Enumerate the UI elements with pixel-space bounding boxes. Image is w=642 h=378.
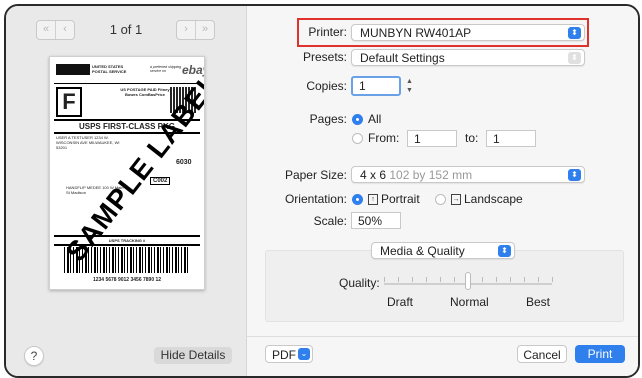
page-nav-forward-group: › » — [176, 20, 215, 40]
slider-tick — [496, 277, 497, 282]
pages-all-label: All — [368, 112, 382, 126]
last-page-icon[interactable]: » — [195, 21, 214, 39]
copies-stepper[interactable]: ▲ ▼ — [404, 77, 415, 95]
pages-label: Pages: — [309, 112, 347, 126]
print-dialog: « ‹ 1 of 1 › » UNITED STATES POSTAL SERV… — [4, 4, 640, 378]
printer-label: Printer: — [308, 25, 347, 39]
service-code-box: F — [56, 87, 82, 117]
slider-tick — [510, 277, 511, 282]
slider-tick — [482, 277, 483, 282]
section-value: Media & Quality — [380, 244, 465, 258]
printer-value: MUNBYN RW401AP — [360, 26, 472, 40]
presets-select[interactable]: Default Settings ⬍ — [351, 49, 585, 66]
quality-normal-label: Normal — [450, 295, 489, 309]
quality-slider-thumb[interactable] — [465, 272, 471, 290]
slider-tick — [412, 277, 413, 282]
prev-page-icon[interactable]: ‹ — [55, 21, 74, 39]
portrait-icon: ↑ — [368, 194, 378, 205]
help-button[interactable]: ? — [24, 346, 44, 366]
slider-tick — [524, 277, 525, 282]
cancel-button[interactable]: Cancel — [517, 345, 567, 363]
media-quality-box — [265, 250, 624, 322]
pdf-menu-button[interactable]: PDF ⌄ — [265, 345, 313, 363]
updown-icon: ⬍ — [568, 52, 581, 64]
scale-field[interactable]: 50% — [351, 212, 401, 229]
page-indicator: 1 of 1 — [109, 22, 143, 37]
orientation-portrait-label: Portrait — [381, 192, 420, 206]
orientation-landscape-label: Landscape — [464, 192, 523, 206]
copies-field[interactable]: 1 — [351, 76, 401, 96]
presets-label: Presets: — [302, 50, 347, 64]
updown-icon: ⬍ — [568, 27, 581, 39]
pages-to-field[interactable]: 1 — [486, 130, 536, 147]
postage-paid-text: US POSTAGE PAID Fitney Bowes ComBasPrice — [120, 87, 170, 97]
orientation-portrait-radio[interactable] — [352, 194, 363, 205]
preferred-text: a preferred shipping service on — [150, 65, 182, 73]
copies-label: Copies: — [306, 79, 347, 93]
paper-size-value: 4 x 6 — [360, 168, 387, 182]
updown-icon: ⬍ — [498, 245, 511, 257]
route-code: 6030 — [176, 159, 192, 166]
printer-select[interactable]: MUNBYN RW401AP ⬍ — [351, 24, 585, 41]
label-header: UNITED STATES POSTAL SERVICE a preferred… — [54, 61, 204, 84]
page-nav-back-group: « ‹ — [36, 20, 75, 40]
presets-value: Default Settings — [360, 51, 445, 65]
paper-size-label: Paper Size: — [284, 168, 347, 182]
settings-panel: Printer: MUNBYN RW401AP ⬍ Presets: Defau… — [247, 6, 638, 376]
recipient-address: USER A TESTUSER 1234 W. WISCONSIN AVE MI… — [56, 135, 120, 150]
usps-header-text: UNITED STATES POSTAL SERVICE — [92, 64, 127, 74]
scale-label: Scale: — [313, 214, 347, 228]
first-page-icon[interactable]: « — [37, 21, 55, 39]
pages-from-label: From: — [368, 131, 400, 145]
preview-panel: « ‹ 1 of 1 › » UNITED STATES POSTAL SERV… — [6, 6, 247, 376]
pdf-label: PDF — [272, 348, 296, 362]
pages-to-label: to: — [465, 131, 479, 145]
orientation-landscape-radio[interactable] — [435, 194, 446, 205]
slider-tick — [426, 277, 427, 282]
quality-best-label: Best — [526, 295, 551, 309]
paper-size-select[interactable]: 4 x 6 102 by 152 mm ⬍ — [351, 166, 585, 183]
quality-draft-label: Draft — [387, 295, 414, 309]
slider-tick — [440, 277, 441, 282]
section-select[interactable]: Media & Quality ⬍ — [371, 242, 515, 259]
slider-tick — [538, 277, 539, 282]
slider-tick — [384, 277, 385, 282]
usps-logo — [56, 64, 90, 75]
slider-tick — [552, 277, 553, 282]
paper-size-dims: 102 by 152 mm — [389, 168, 473, 182]
pages-range-radio[interactable] — [352, 133, 363, 144]
orientation-label: Orientation: — [284, 192, 347, 206]
quality-label: Quality: — [339, 276, 380, 290]
footer-divider — [247, 336, 638, 337]
next-page-icon[interactable]: › — [177, 21, 195, 39]
tracking-number: 1234 5678 9012 3456 7890 12 — [92, 277, 162, 283]
updown-icon: ⬍ — [568, 169, 581, 181]
pages-from-field[interactable]: 1 — [407, 130, 457, 147]
slider-tick — [398, 277, 399, 282]
label-preview: UNITED STATES POSTAL SERVICE a preferred… — [49, 56, 205, 290]
chevron-down-icon: ⌄ — [298, 348, 310, 360]
print-button[interactable]: Print — [575, 345, 625, 363]
slider-tick — [454, 277, 455, 282]
pages-all-radio[interactable] — [352, 114, 363, 125]
hide-details-button[interactable]: Hide Details — [154, 347, 232, 364]
landscape-icon: → — [451, 194, 461, 205]
